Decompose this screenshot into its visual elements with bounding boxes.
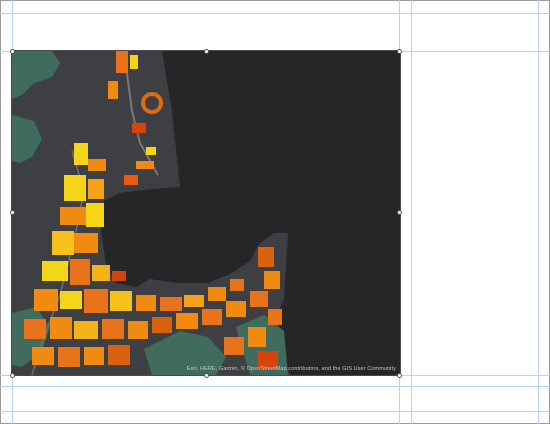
resize-handle-bottom[interactable] <box>204 373 209 378</box>
resize-handle-bottom-left[interactable] <box>10 373 15 378</box>
layout-guide <box>0 386 550 387</box>
map-frame[interactable]: Esri, HERE, Garmin, © OpenStreetMap cont… <box>11 50 401 376</box>
map-canvas[interactable] <box>12 51 400 375</box>
resize-handle-right[interactable] <box>397 210 402 215</box>
resize-handle-top-left[interactable] <box>10 49 15 54</box>
layout-guide <box>0 13 550 14</box>
resize-handle-bottom-right[interactable] <box>397 373 402 378</box>
layout-guide <box>0 411 550 412</box>
layout-guide <box>538 0 539 424</box>
resize-handle-left[interactable] <box>10 210 15 215</box>
layout-guide <box>411 0 412 424</box>
resize-handle-top[interactable] <box>204 49 209 54</box>
map-attribution: Esri, HERE, Garmin, © OpenStreetMap cont… <box>186 366 396 372</box>
resize-handle-top-right[interactable] <box>397 49 402 54</box>
layout-guide <box>0 375 550 376</box>
